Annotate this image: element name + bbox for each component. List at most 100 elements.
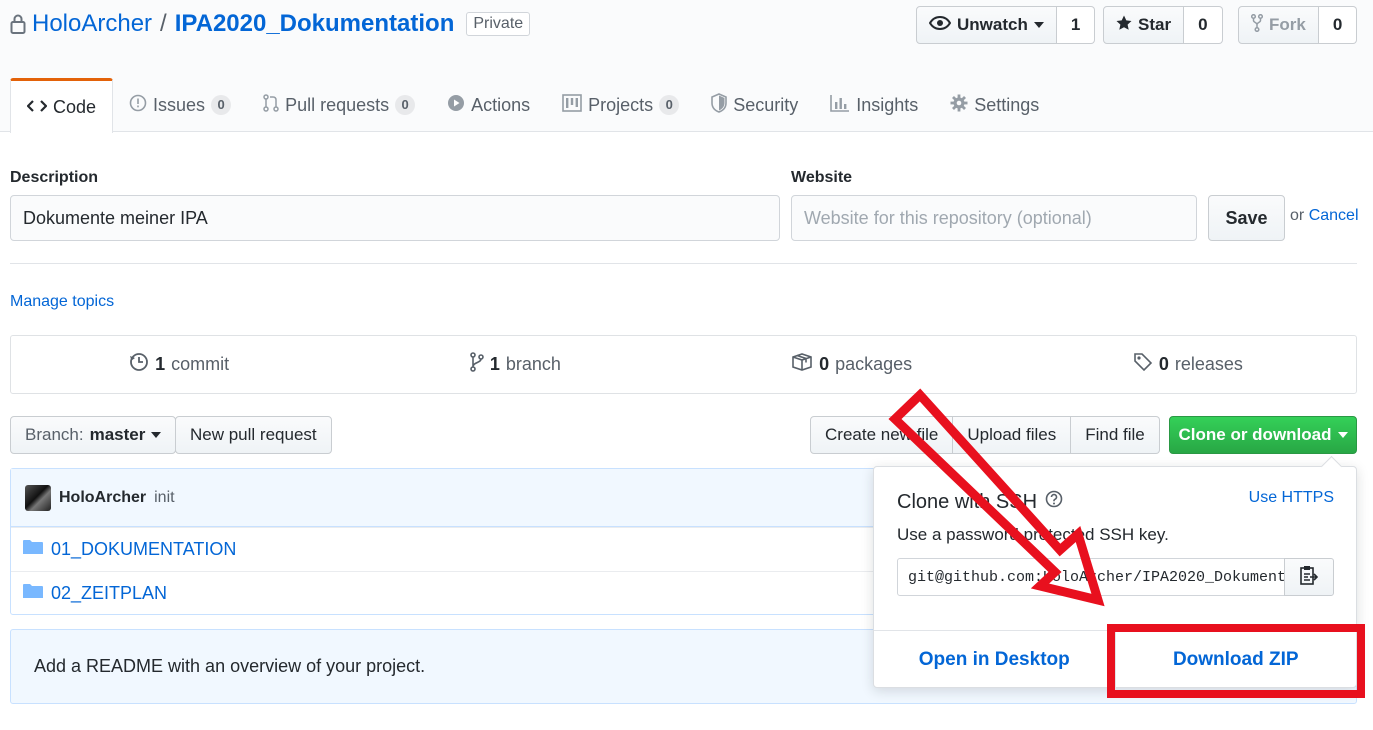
lock-icon — [10, 13, 26, 35]
download-zip-button[interactable]: Download ZIP — [1114, 631, 1357, 688]
clone-or-download-button[interactable]: Clone or download — [1169, 416, 1357, 454]
repo-summary: 1 commit 1 branch 0 packages 0 releases — [10, 335, 1357, 394]
clone-url-input[interactable]: git@github.com:HoloArcher/IPA2020_Dokume… — [897, 558, 1285, 596]
use-https-link[interactable]: Use HTTPS — [1249, 489, 1334, 507]
tab-projects[interactable]: Projects 0 — [546, 78, 695, 132]
chevron-down-icon — [1337, 432, 1348, 438]
save-button[interactable]: Save — [1208, 195, 1285, 241]
clone-title-text: Clone with SSH — [897, 490, 1038, 513]
description-label: Description — [10, 169, 99, 186]
gear-icon — [950, 94, 968, 117]
description-input[interactable]: Dokumente meiner IPA — [10, 195, 780, 241]
tab-projects-label: Projects — [588, 94, 654, 115]
branch-count: 1 — [489, 354, 500, 374]
star-button[interactable]: Star — [1103, 6, 1185, 44]
tag-icon — [1133, 352, 1153, 377]
play-icon — [447, 94, 465, 117]
folder-icon — [23, 583, 43, 604]
tab-settings[interactable]: Settings — [934, 78, 1055, 132]
repo-owner-link[interactable]: HoloArcher — [32, 10, 152, 38]
tab-insights[interactable]: Insights — [814, 78, 934, 132]
commit-message[interactable]: init — [154, 489, 174, 507]
summary-packages[interactable]: 0 packages — [684, 336, 1020, 393]
or-cancel: or Cancel — [1290, 207, 1359, 225]
upload-files-button[interactable]: Upload files — [953, 416, 1072, 454]
release-label: releases — [1174, 354, 1243, 374]
chevron-down-icon — [151, 432, 162, 438]
summary-commits[interactable]: 1 commit — [11, 336, 347, 393]
history-icon — [129, 352, 149, 377]
file-link[interactable]: 01_DOKUMENTATION — [51, 539, 236, 560]
repo-separator: / — [160, 10, 167, 37]
watchers-count[interactable]: 1 — [1056, 6, 1096, 44]
copy-url-button[interactable] — [1284, 558, 1334, 596]
or-text: or — [1290, 207, 1305, 224]
repo-name-link[interactable]: IPA2020_Dokumentation — [175, 10, 455, 38]
file-link[interactable]: 02_ZEITPLAN — [51, 583, 167, 604]
clipboard-icon — [1300, 565, 1319, 590]
package-label: packages — [835, 354, 913, 374]
tab-issues-label: Issues — [153, 94, 206, 115]
find-file-button[interactable]: Find file — [1071, 416, 1160, 454]
star-group: Star 0 — [1103, 6, 1223, 44]
divider — [10, 263, 1357, 264]
tab-settings-label: Settings — [974, 94, 1040, 115]
manage-topics-link[interactable]: Manage topics — [10, 293, 114, 311]
eye-icon — [928, 15, 952, 35]
tab-actions[interactable]: Actions — [431, 78, 546, 132]
cancel-link[interactable]: Cancel — [1309, 207, 1359, 224]
clone-dropdown: Clone with SSH Use HTTPS Use a password … — [873, 466, 1357, 688]
code-icon — [26, 97, 48, 118]
star-icon — [1116, 15, 1132, 36]
fork-label: Fork — [1269, 15, 1306, 34]
stars-count[interactable]: 0 — [1184, 6, 1223, 44]
website-label: Website — [791, 169, 853, 186]
private-badge: Private — [466, 12, 531, 36]
branch-prefix: Branch: — [25, 425, 84, 444]
tab-pull-requests[interactable]: Pull requests 0 — [247, 78, 431, 132]
graph-icon — [830, 94, 850, 117]
avatar[interactable] — [25, 484, 51, 511]
chevron-down-icon — [1033, 22, 1044, 28]
projects-counter: 0 — [659, 95, 680, 115]
commit-count: 1 — [155, 354, 166, 374]
commit-label: commit — [171, 354, 230, 374]
star-label: Star — [1138, 15, 1172, 34]
fork-icon — [1250, 13, 1264, 37]
fork-button[interactable]: Fork — [1238, 6, 1319, 44]
project-icon — [562, 93, 582, 117]
clone-label: Clone or download — [1178, 425, 1332, 444]
summary-releases[interactable]: 0 releases — [1020, 336, 1356, 393]
issues-counter: 0 — [211, 95, 232, 115]
create-new-file-button[interactable]: Create new file — [810, 416, 954, 454]
tab-code-label: Code — [53, 96, 97, 117]
open-in-desktop-button[interactable]: Open in Desktop — [874, 631, 1115, 688]
file-actions-group: Create new file Upload files Find file — [810, 416, 1160, 454]
branch-icon — [470, 352, 484, 377]
clone-subtitle: Use a password protected SSH key. — [897, 525, 1169, 544]
question-icon[interactable] — [1045, 490, 1063, 514]
website-input[interactable]: Website for this repository (optional) — [791, 195, 1197, 241]
repo-nav-tabs: Code Issues 0 Pull requests 0 Actions Pr… — [10, 78, 1055, 133]
tab-actions-label: Actions — [471, 94, 531, 115]
tab-insights-label: Insights — [856, 94, 919, 115]
repo-title: HoloArcher / IPA2020_Dokumentation Priva… — [10, 10, 531, 38]
summary-branches[interactable]: 1 branch — [347, 336, 683, 393]
pull-requests-counter: 0 — [395, 95, 416, 115]
new-pull-request-button[interactable]: New pull request — [175, 416, 332, 454]
branch-name: master — [89, 425, 146, 444]
tab-code[interactable]: Code — [10, 78, 114, 133]
issue-icon — [129, 94, 147, 117]
tab-security[interactable]: Security — [695, 78, 814, 132]
folder-icon — [23, 539, 43, 560]
fork-group: Fork 0 — [1238, 6, 1358, 44]
unwatch-button[interactable]: Unwatch — [916, 6, 1057, 44]
watch-group: Unwatch 1 — [916, 6, 1096, 44]
pull-request-icon — [263, 93, 279, 117]
tab-issues[interactable]: Issues 0 — [113, 78, 247, 132]
tab-security-label: Security — [733, 94, 799, 115]
branch-select-button[interactable]: Branch: master — [10, 416, 177, 454]
forks-count[interactable]: 0 — [1318, 6, 1358, 44]
commit-author[interactable]: HoloArcher — [59, 489, 146, 507]
unwatch-label: Unwatch — [957, 15, 1028, 34]
